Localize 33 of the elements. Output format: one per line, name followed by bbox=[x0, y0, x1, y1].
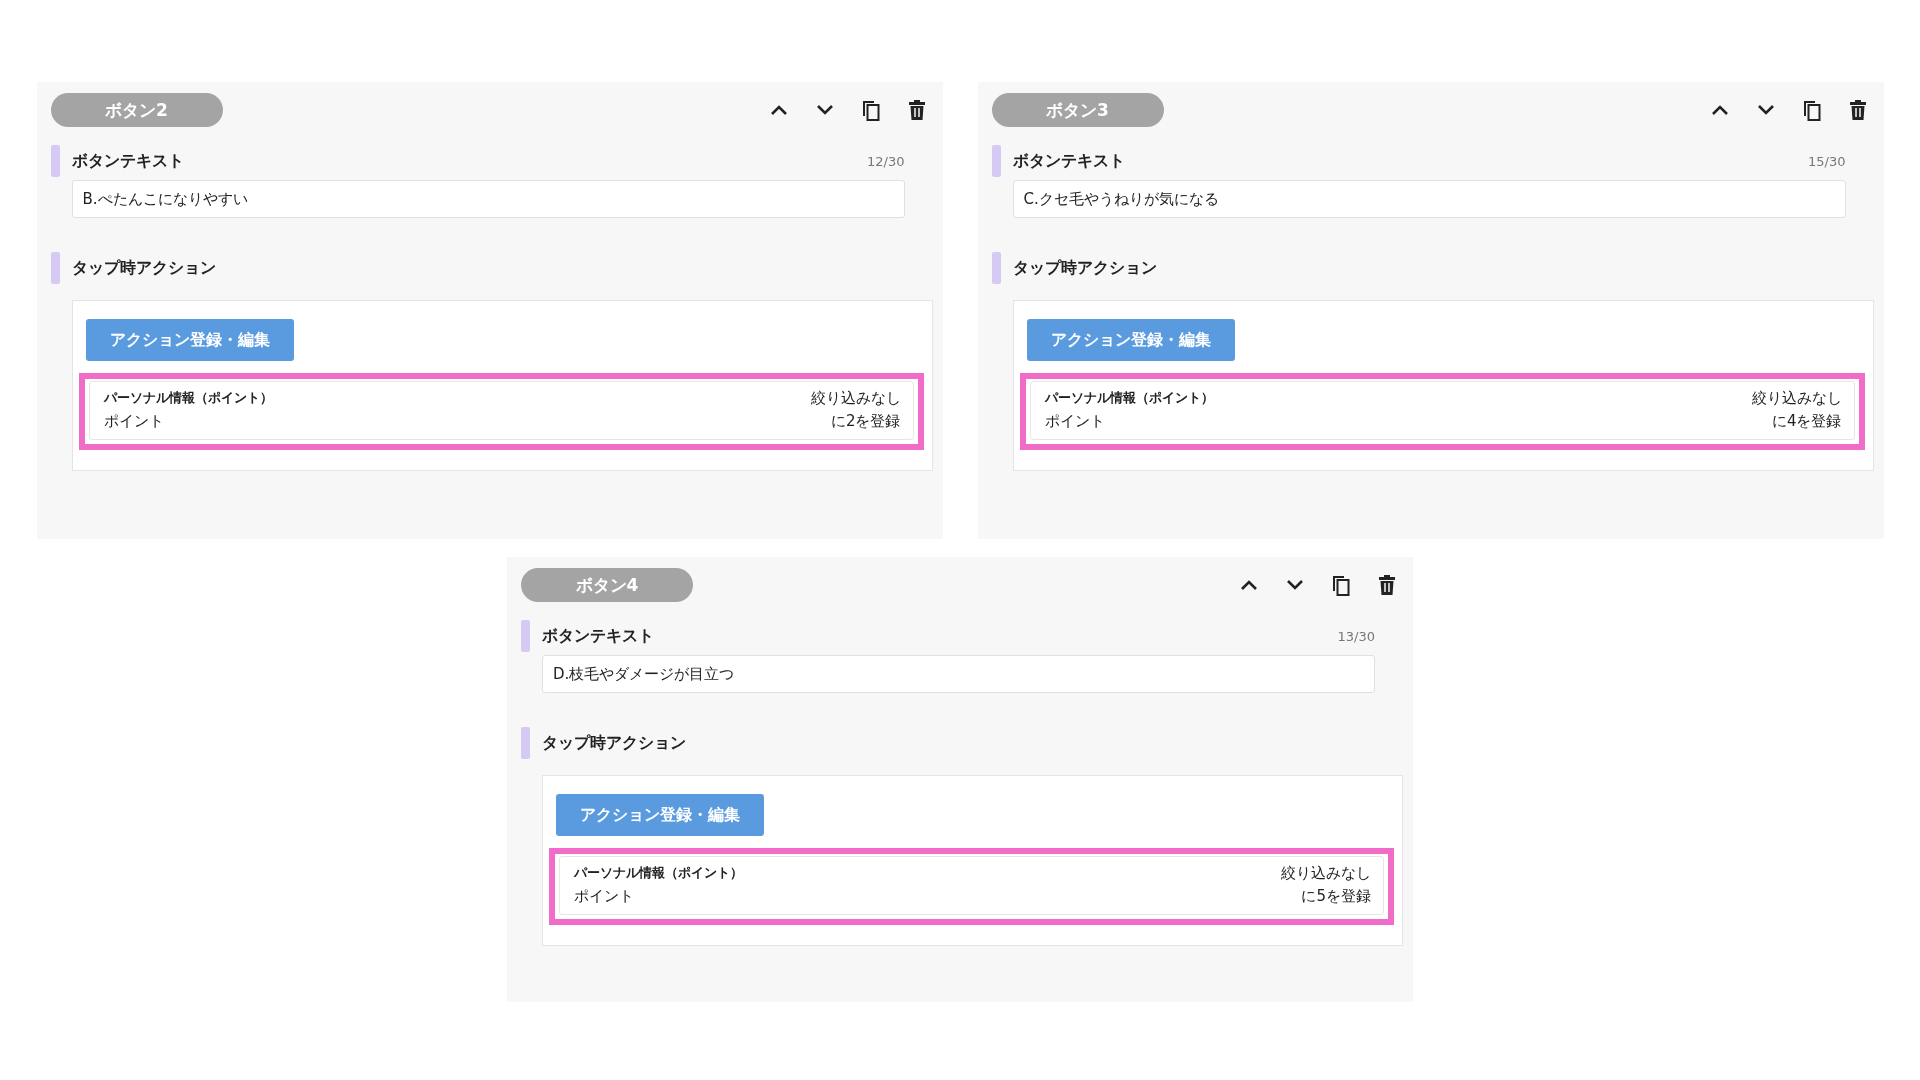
character-counter: 15/30 bbox=[1808, 153, 1846, 169]
character-counter: 13/30 bbox=[1337, 628, 1375, 644]
section-marker bbox=[521, 620, 530, 652]
section-label: タップ時アクション bbox=[542, 732, 687, 754]
section-label: タップ時アクション bbox=[71, 257, 217, 279]
action-result: に5を登録 bbox=[1300, 887, 1371, 906]
action-item[interactable]: パーソナル情報（ポイント） 絞り込みなし ポイント に2を登録 bbox=[88, 381, 914, 440]
action-filter: 絞り込みなし bbox=[1281, 864, 1371, 883]
section-marker bbox=[991, 252, 1001, 284]
button-text-field[interactable]: B.ぺたんこになりやすい bbox=[71, 180, 905, 218]
button-text-field[interactable]: C.クセ毛やうねりが気になる bbox=[1012, 180, 1846, 218]
action-subtitle: ポイント bbox=[103, 412, 165, 431]
section-label: タップ時アクション bbox=[1012, 257, 1158, 279]
section-marker bbox=[50, 145, 60, 177]
action-subtitle: ポイント bbox=[574, 887, 635, 906]
action-item[interactable]: パーソナル情報（ポイント） 絞り込みなし ポイント に5を登録 bbox=[559, 856, 1384, 915]
action-title: パーソナル情報（ポイント） bbox=[103, 389, 274, 407]
action-item[interactable]: パーソナル情報（ポイント） 絞り込みなし ポイント に4を登録 bbox=[1029, 381, 1855, 440]
section-marker bbox=[521, 727, 530, 759]
character-counter: 12/30 bbox=[867, 153, 905, 169]
action-title: パーソナル情報（ポイント） bbox=[574, 864, 744, 882]
section-marker bbox=[991, 145, 1001, 177]
action-result: に4を登録 bbox=[1770, 412, 1842, 431]
section-label: ボタンテキスト bbox=[1012, 150, 1126, 172]
section-marker bbox=[50, 252, 60, 284]
action-subtitle: ポイント bbox=[1044, 412, 1106, 431]
action-filter: 絞り込みなし bbox=[810, 389, 901, 408]
section-label: ボタンテキスト bbox=[542, 625, 655, 647]
button-text-field[interactable]: D.枝毛やダメージが目立つ bbox=[542, 655, 1375, 693]
action-result: に2を登録 bbox=[829, 412, 901, 431]
action-title: パーソナル情報（ポイント） bbox=[1044, 389, 1215, 407]
section-label: ボタンテキスト bbox=[71, 150, 185, 172]
action-filter: 絞り込みなし bbox=[1751, 389, 1842, 408]
